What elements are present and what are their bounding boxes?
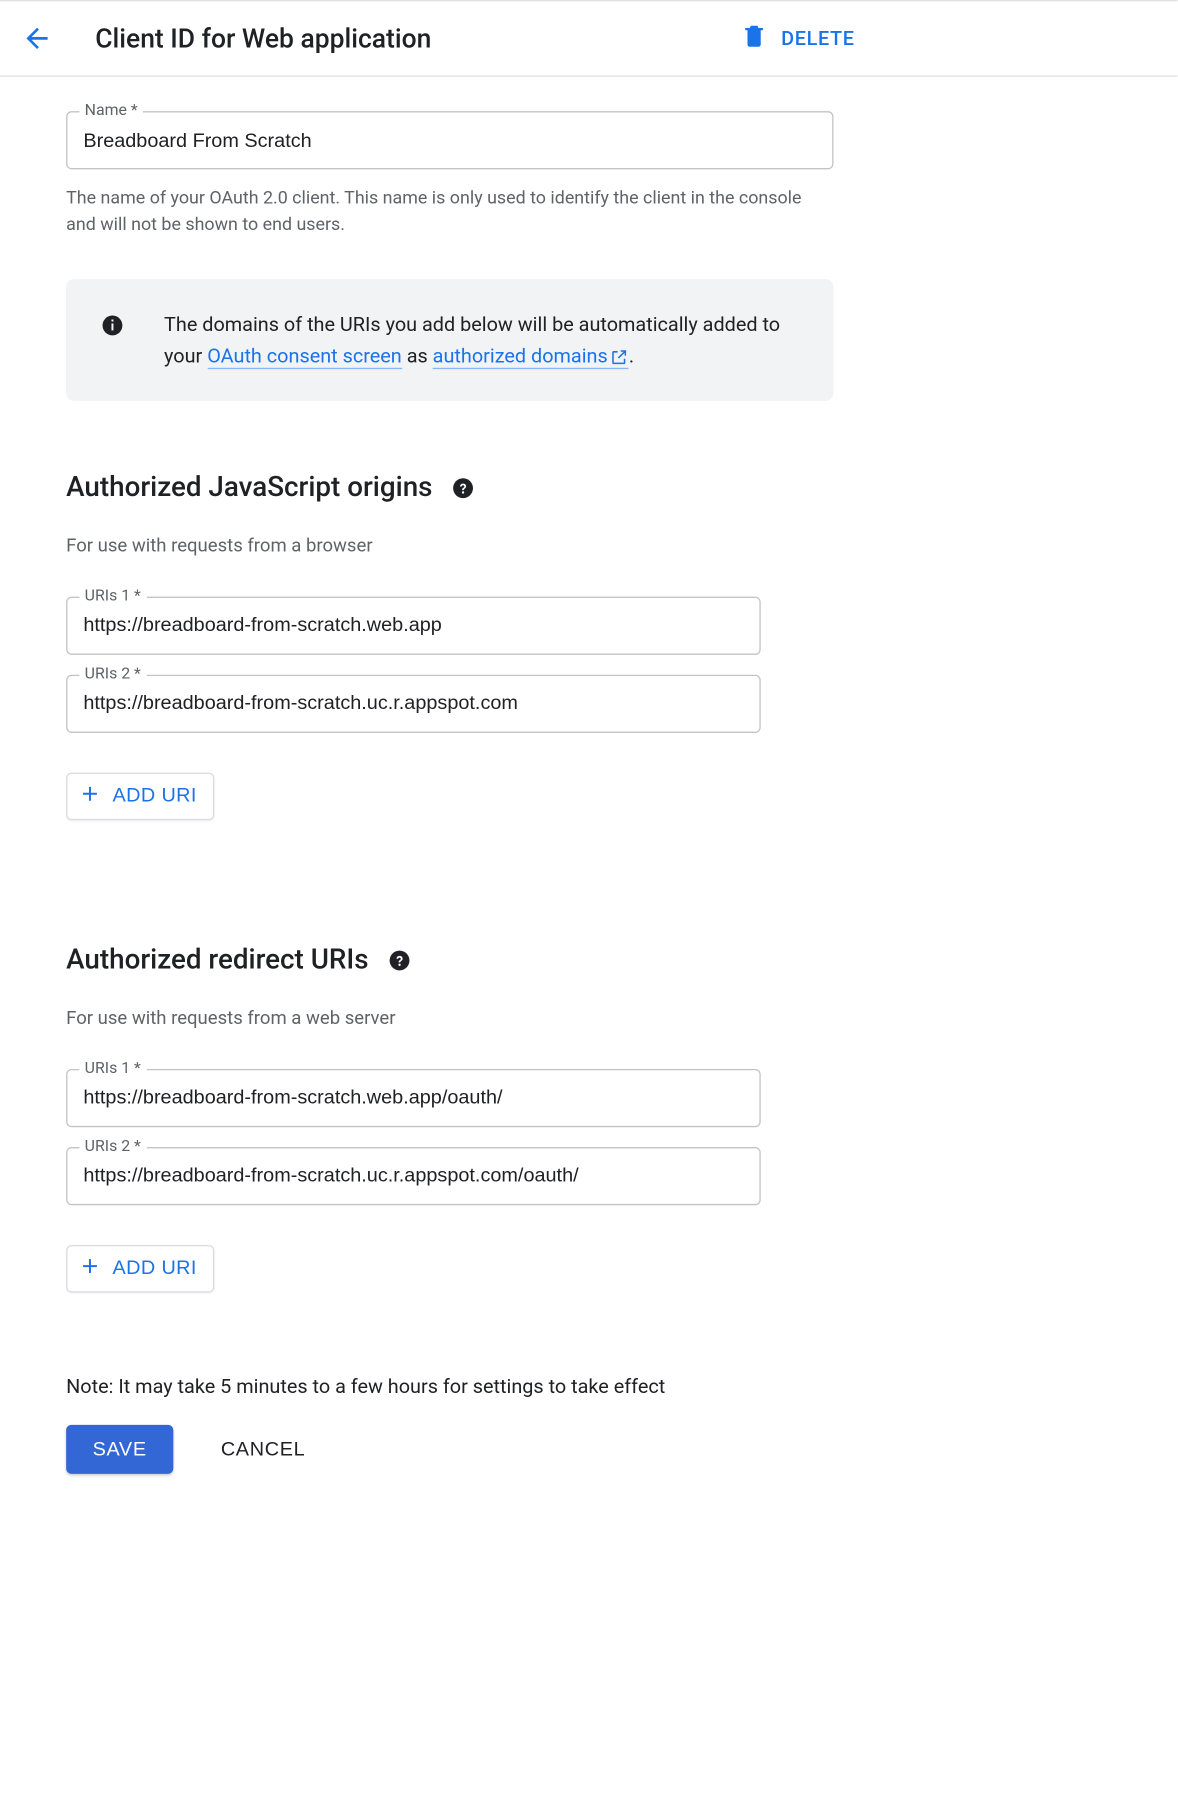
info-text-mid: as: [402, 343, 433, 367]
info-text-suffix: .: [629, 343, 634, 367]
redirect-uris-title: Authorized redirect URIs: [66, 944, 368, 976]
redirect-uri-row: URIs 2 *: [66, 1146, 761, 1204]
delete-button[interactable]: DELETE: [731, 17, 865, 59]
name-help-text: The name of your OAuth 2.0 client. This …: [66, 185, 820, 239]
name-input[interactable]: [66, 111, 833, 169]
back-arrow-icon[interactable]: [21, 22, 53, 54]
save-button[interactable]: SAVE: [66, 1424, 173, 1473]
action-buttons: SAVE CANCEL: [66, 1424, 1111, 1473]
help-icon[interactable]: [387, 948, 411, 972]
redirect-uri-input-2[interactable]: [66, 1146, 761, 1204]
authorized-domains-link[interactable]: authorized domains: [433, 343, 629, 368]
add-uri-label: ADD URI: [112, 785, 196, 807]
add-uri-label: ADD URI: [112, 1257, 196, 1279]
redirect-uri-row: URIs 1 *: [66, 1068, 761, 1126]
info-box: The domains of the URIs you add below wi…: [66, 278, 833, 400]
delete-label: DELETE: [781, 26, 855, 50]
cancel-button[interactable]: CANCEL: [213, 1436, 313, 1461]
name-field: Name *: [66, 111, 833, 169]
redirect-uri-input-1[interactable]: [66, 1068, 761, 1126]
js-origin-input-1[interactable]: [66, 596, 761, 654]
page-header: Client ID for Web application DELETE: [0, 0, 1177, 77]
help-icon[interactable]: [451, 476, 475, 500]
name-label: Name *: [79, 101, 143, 120]
uri-label: URIs 1 *: [79, 585, 146, 604]
redirect-uris-heading: Authorized redirect URIs: [66, 944, 1111, 976]
authorized-domains-label: authorized domains: [433, 343, 608, 367]
plus-icon: [78, 1254, 102, 1283]
plus-icon: [78, 781, 102, 810]
info-text: The domains of the URIs you add below wi…: [164, 308, 804, 372]
js-origins-title: Authorized JavaScript origins: [66, 472, 432, 504]
js-origins-subtitle: For use with requests from a browser: [66, 535, 1111, 556]
js-origin-input-2[interactable]: [66, 674, 761, 732]
uri-label: URIs 2 *: [79, 663, 146, 682]
uri-label: URIs 2 *: [79, 1136, 146, 1155]
trash-icon: [741, 22, 767, 54]
redirect-uris-subtitle: For use with requests from a web server: [66, 1007, 1111, 1028]
add-js-origin-button[interactable]: ADD URI: [66, 772, 214, 820]
settings-note: Note: It may take 5 minutes to a few hou…: [66, 1374, 1111, 1398]
oauth-consent-link[interactable]: OAuth consent screen: [207, 343, 402, 368]
js-origin-row: URIs 2 *: [66, 674, 761, 732]
js-origin-row: URIs 1 *: [66, 596, 761, 654]
uri-label: URIs 1 *: [79, 1058, 146, 1077]
page-title: Client ID for Web application: [95, 22, 431, 54]
add-redirect-uri-button[interactable]: ADD URI: [66, 1244, 214, 1292]
js-origins-heading: Authorized JavaScript origins: [66, 472, 1111, 504]
external-link-icon: [610, 347, 629, 366]
info-icon: [101, 313, 125, 337]
